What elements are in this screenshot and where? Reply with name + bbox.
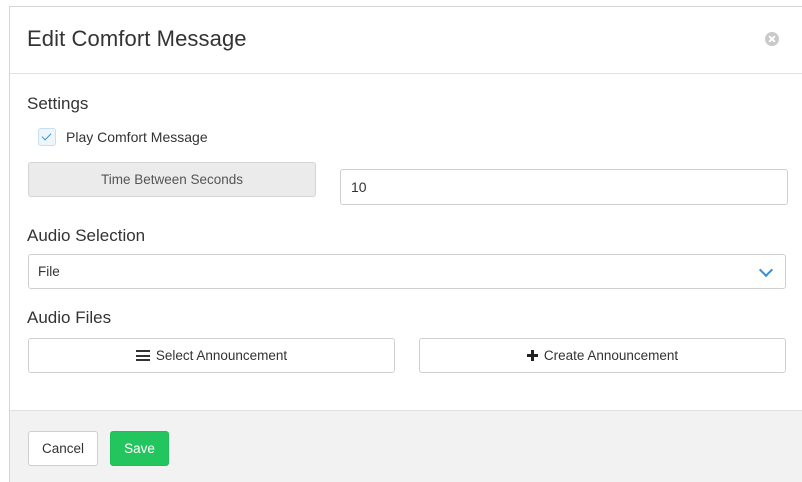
create-announcement-button[interactable]: Create Announcement	[419, 338, 786, 373]
cancel-button[interactable]: Cancel	[28, 431, 98, 466]
chevron-down-icon	[758, 262, 774, 278]
audio-selection-dropdown[interactable]: File	[28, 254, 786, 289]
play-comfort-message-label: Play Comfort Message	[66, 129, 208, 145]
modal-title: Edit Comfort Message	[27, 26, 247, 51]
time-between-seconds-label: Time Between Seconds	[28, 162, 316, 197]
edit-comfort-message-modal: Edit Comfort Message Settings Play Comfo…	[9, 6, 802, 482]
play-comfort-message-row[interactable]: Play Comfort Message	[38, 128, 208, 146]
select-announcement-label: Select Announcement	[155, 348, 288, 363]
select-announcement-button[interactable]: Select Announcement	[28, 338, 395, 373]
audio-selection-value: File	[38, 264, 60, 279]
close-icon[interactable]	[765, 32, 779, 46]
audio-selection-heading: Audio Selection	[27, 226, 146, 245]
audio-files-heading: Audio Files	[27, 308, 112, 327]
modal-header: Edit Comfort Message	[10, 7, 802, 74]
create-announcement-label: Create Announcement	[543, 348, 679, 363]
plus-icon	[526, 350, 538, 361]
time-between-seconds-input[interactable]	[340, 169, 788, 205]
play-comfort-message-checkbox[interactable]	[38, 128, 56, 146]
settings-heading: Settings	[27, 94, 89, 113]
save-button[interactable]: Save	[110, 431, 169, 466]
list-icon	[135, 350, 150, 361]
